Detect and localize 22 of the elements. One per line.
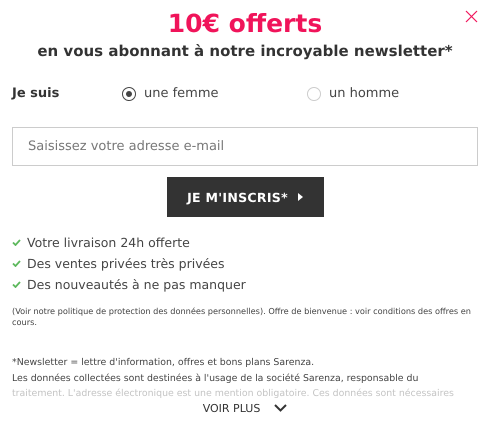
check-icon — [12, 260, 21, 267]
close-icon[interactable] — [465, 10, 478, 23]
chevron-down-icon — [274, 404, 288, 412]
privacy-note: (Voir notre politique de protection des données personnelles). Offre de bienvenue : voir conditions des offres en cours. — [12, 306, 472, 328]
radio-button[interactable] — [122, 86, 136, 100]
subscribe-button[interactable]: JE M'INSCRIS* — [166, 177, 324, 217]
radio-label[interactable]: un homme — [329, 86, 400, 101]
gender-label: Je suis — [12, 86, 60, 101]
radio-label[interactable]: une femme — [144, 86, 219, 101]
benefit-text: Des nouveautés à ne pas manquer — [27, 277, 246, 292]
benefit-text: Des ventes privées très privées — [27, 256, 224, 271]
legal-text: Les données collectées sont destinées à l'usage de la société Sarenza, responsable du — [12, 372, 418, 386]
check-icon — [12, 281, 21, 288]
see-more-button[interactable]: VOIR PLUS — [202, 402, 288, 414]
email-field[interactable]: Saisissez votre adresse e-mail — [12, 127, 478, 166]
benefit-text: Votre livraison 24h offerte — [27, 235, 190, 250]
offer-title: 10€ offerts — [168, 8, 322, 40]
offer-subtitle: en vous abonnant à notre incroyable newsletter* — [36, 42, 454, 60]
legal-text: *Newsletter = lettre d'information, offres et bons plans Sarenza. — [12, 356, 314, 370]
check-icon — [12, 239, 21, 246]
legal-text: traitement. L'adresse électronique est une mention obligatoire. Ces données sont nécessaires — [12, 387, 454, 401]
caret-icon — [298, 193, 303, 201]
